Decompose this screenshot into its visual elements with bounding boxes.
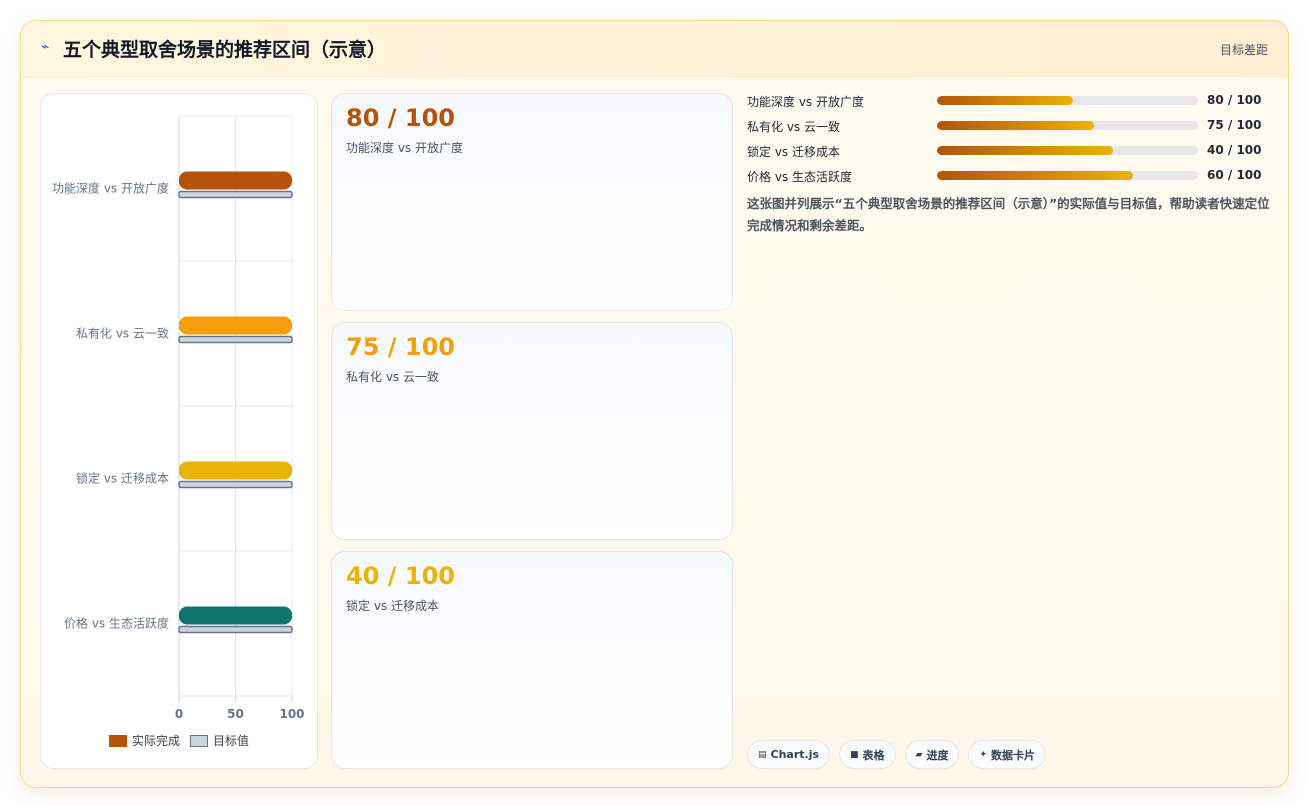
progress-row: 私有化 vs 云一致 75 / 100 — [747, 118, 1272, 143]
x-tick-label: 100 — [279, 707, 304, 721]
progress-list: 功能深度 vs 开放广度 80 / 100 私有化 vs 云一致 75 / 10… — [747, 93, 1272, 193]
progress-value: 75 / 100 — [1207, 118, 1262, 132]
x-tick-label: 50 — [227, 707, 244, 721]
tag-data-card[interactable]: ✦ 数据卡片 — [968, 740, 1047, 769]
progress-track — [937, 96, 1198, 105]
legend-item-actual[interactable]: 实际完成 — [108, 732, 180, 749]
metric-card: 75 / 100 私有化 vs 云一致 — [331, 322, 733, 540]
progress-fill — [937, 171, 1133, 180]
bolt-icon: ⌁ — [41, 39, 50, 55]
tag-table[interactable]: ■ 表格 — [839, 740, 896, 769]
progress-track — [937, 171, 1198, 180]
progress-value: 80 / 100 — [1207, 93, 1262, 107]
y-category-label: 锁定 vs 迁移成本 — [76, 471, 169, 486]
card-header: ⌁ 五个典型取舍场景的推荐区间（示意） 目标差距 — [21, 21, 1288, 77]
metric-value: 75 / 100 — [346, 333, 455, 361]
progress-fill — [937, 96, 1073, 105]
chart-description: 这张图并列展示“五个典型取舍场景的推荐区间（示意）”的实际值与目标值，帮助读者快… — [747, 196, 1270, 233]
target-gap-label: 目标差距 — [1219, 43, 1268, 57]
actual-bar — [179, 171, 292, 190]
progress-track — [937, 121, 1198, 130]
target-bar — [178, 190, 293, 199]
progress-row: 功能深度 vs 开放广度 80 / 100 — [747, 93, 1272, 118]
tag-label: 数据卡片 — [991, 748, 1036, 762]
metric-card: 80 / 100 功能深度 vs 开放广度 — [331, 93, 733, 311]
metric-label: 功能深度 vs 开放广度 — [346, 141, 463, 155]
tag-progress[interactable]: ▰ 进度 — [904, 740, 960, 769]
metric-card: 40 / 100 锁定 vs 迁移成本 — [331, 551, 733, 769]
actual-bar — [179, 461, 292, 480]
progress-row: 价格 vs 生态活跃度 60 / 100 — [747, 168, 1272, 193]
chart-icon: ▤ — [758, 749, 767, 760]
y-category-label: 价格 vs 生态活跃度 — [64, 616, 169, 631]
progress-fill — [937, 146, 1114, 155]
legend-label-target: 目标值 — [213, 734, 250, 748]
progress-label: 价格 vs 生态活跃度 — [747, 170, 852, 184]
progress-value: 40 / 100 — [1207, 143, 1262, 157]
table-icon: ■ — [850, 749, 859, 760]
progress-value: 60 / 100 — [1207, 168, 1262, 182]
progress-label: 私有化 vs 云一致 — [747, 120, 840, 134]
bar-chart-panel: 0 50 100 功能深度 vs 开放广度私有化 vs 云一致 锁定 vs 迁移成本价格… — [40, 93, 318, 769]
y-category-label: 私有化 vs 云一致 — [76, 327, 169, 341]
tag-label: 表格 — [862, 748, 885, 762]
progress-fill — [937, 121, 1094, 130]
progress-track — [937, 146, 1198, 155]
legend-item-target[interactable]: 目标值 — [190, 732, 249, 749]
target-bar — [178, 335, 293, 344]
progress-label: 功能深度 vs 开放广度 — [747, 95, 864, 109]
progress-label: 锁定 vs 迁移成本 — [747, 145, 840, 159]
tag-label: 进度 — [926, 748, 949, 762]
target-bar — [178, 625, 293, 634]
x-tick-label: 0 — [175, 707, 183, 721]
legend-swatch-target — [190, 734, 208, 747]
dashboard-card: ⌁ 五个典型取舍场景的推荐区间（示意） 目标差距 0 50 100 功能深度 vs 开… — [20, 20, 1289, 788]
progress-row: 锁定 vs 迁移成本 40 / 100 — [747, 143, 1272, 168]
page-title: 五个典型取舍场景的推荐区间（示意） — [63, 39, 387, 61]
metric-value: 40 / 100 — [346, 562, 455, 590]
tag-row: ▤ Chart.js ■ 表格 ▰ 进度 ✦ 数据卡片 — [747, 740, 1047, 769]
actual-bar — [179, 316, 292, 335]
y-category-label: 功能深度 vs 开放广度 — [52, 181, 169, 196]
metric-value: 80 / 100 — [346, 104, 455, 132]
progress-icon: ▰ — [915, 749, 923, 760]
metric-label: 私有化 vs 云一致 — [346, 370, 439, 384]
sparkle-icon: ✦ — [979, 749, 988, 760]
legend-label-actual: 实际完成 — [131, 734, 180, 748]
metric-label: 锁定 vs 迁移成本 — [346, 599, 439, 613]
tag-label: Chart.js — [770, 748, 820, 761]
bar-chart: 0 50 100 功能深度 vs 开放广度私有化 vs 云一致锁定 vs 迁移成本价格… — [52, 115, 305, 721]
actual-bar — [179, 606, 292, 625]
chart-legend: 实际完成 目标值 — [41, 732, 317, 749]
legend-swatch-actual — [108, 734, 127, 747]
tag-chartjs[interactable]: ▤ Chart.js — [747, 740, 831, 769]
target-bar — [178, 480, 293, 489]
